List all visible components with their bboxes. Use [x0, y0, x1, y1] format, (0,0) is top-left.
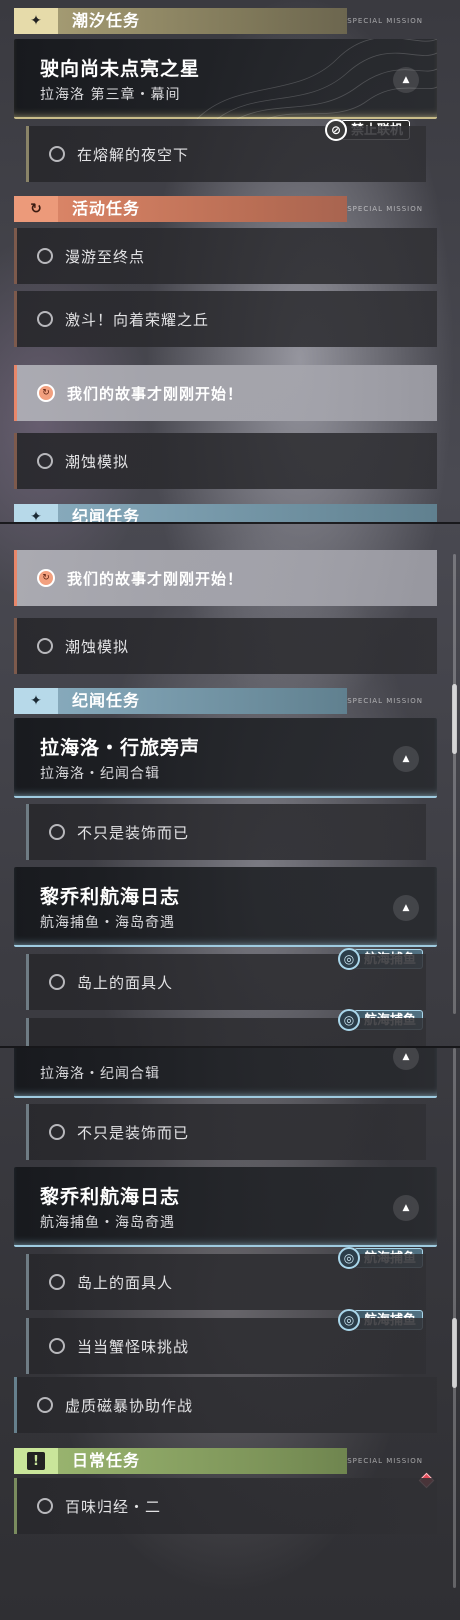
- quest-item-tracked[interactable]: ↻ 我们的故事才刚刚开始！: [14, 550, 437, 606]
- quest-list-view-3: 拉海洛・纪闻合辑 ▲ 不只是装饰而已 黎乔利航海日志 航海捕鱼・海岛奇遇 ▲ ◎…: [0, 1048, 460, 1620]
- quest-item-label: 虚质磁暴协助作战: [65, 1396, 194, 1415]
- sparkle-icon: ✦: [14, 688, 58, 714]
- quest-list-view-2: ↻ 我们的故事才刚刚开始！ 潮蚀模拟 ✦ 纪闻任务 SPECIAL MISSIO…: [0, 524, 460, 1046]
- quest-group-card[interactable]: 黎乔利航海日志 航海捕鱼・海岛奇遇 ▲: [14, 867, 437, 947]
- circle-icon: [37, 1498, 53, 1514]
- refresh-arrow-icon: ↻: [37, 569, 55, 587]
- quest-item-tracked[interactable]: ↻ 我们的故事才刚刚开始！: [14, 365, 437, 421]
- quest-item[interactable]: 潮蚀模拟: [14, 618, 437, 674]
- circle-icon: [49, 824, 65, 840]
- circle-icon: [49, 1338, 65, 1354]
- circle-icon: [37, 1397, 53, 1413]
- quest-item[interactable]: 岛上的面具人: [26, 954, 426, 1010]
- category-header-event[interactable]: ↻ 活动任务 SPECIAL MISSION: [14, 196, 437, 222]
- quest-item-label: 不只是装饰而已: [77, 823, 190, 842]
- circle-icon: [37, 453, 53, 469]
- quest-item[interactable]: 百味归经・二: [14, 1478, 437, 1534]
- scrollbar-track[interactable]: [453, 554, 456, 1014]
- quest-item-label: 潮蚀模拟: [65, 637, 130, 656]
- quest-item-label: 漫游至终点: [65, 247, 146, 266]
- category-title: 日常任务: [58, 1448, 348, 1474]
- fishing-icon: ◎: [338, 1309, 360, 1331]
- circle-icon: [37, 638, 53, 654]
- quest-item-label: 潮蚀模拟: [65, 452, 130, 471]
- circle-icon: [37, 248, 53, 264]
- quest-item-label: 当当蟹怪味挑战: [77, 1337, 190, 1356]
- quest-group-subtitle: 航海捕鱼・海岛奇遇: [40, 1215, 175, 1231]
- quest-item-label: 在熔解的夜空下: [77, 145, 190, 164]
- category-header-daily[interactable]: ! 日常任务 SPECIAL MISSION: [14, 1448, 437, 1474]
- fishing-icon: ◎: [338, 1009, 360, 1031]
- exclamation-badge: !: [14, 1448, 58, 1474]
- header-deco-text: SPECIAL MISSION: [347, 697, 423, 705]
- triangle-up-icon[interactable]: ▲: [393, 67, 419, 93]
- triangle-up-icon[interactable]: ▲: [393, 895, 419, 921]
- quest-group-card[interactable]: 拉海洛・行旅旁声 拉海洛・纪闻合辑 ▲: [14, 718, 437, 798]
- triangle-up-icon[interactable]: ▲: [393, 1195, 419, 1221]
- quest-item[interactable]: 漫游至终点: [14, 228, 437, 284]
- quest-item-label: 岛上的面具人: [77, 1273, 174, 1292]
- quest-item-label: 岛上的面具人: [77, 973, 174, 992]
- quest-group-card[interactable]: 黎乔利航海日志 航海捕鱼・海岛奇遇 ▲: [14, 1167, 437, 1247]
- refresh-arrow-icon: ↻: [14, 196, 58, 222]
- quest-item[interactable]: 岛上的面具人: [26, 1254, 426, 1310]
- quest-group-name: 黎乔利航海日志: [40, 886, 181, 908]
- circle-icon: [37, 311, 53, 327]
- quest-item[interactable]: 潮蚀模拟: [14, 433, 437, 489]
- quest-group-name: 驶向尚未点亮之星: [40, 58, 201, 80]
- category-header-story[interactable]: ✦ 纪闻任务: [14, 504, 437, 522]
- category-header-story[interactable]: ✦ 纪闻任务 SPECIAL MISSION: [14, 688, 437, 714]
- sparkle-icon: ✦: [14, 504, 58, 522]
- no-coop-icon: ⊘: [325, 119, 347, 141]
- quest-group-name: 黎乔利航海日志: [40, 1186, 181, 1208]
- quest-group-subtitle: 拉海洛 第三章・幕间: [40, 87, 181, 103]
- category-title: 纪闻任务: [58, 504, 437, 522]
- category-title: 纪闻任务: [58, 688, 348, 714]
- quest-group-subtitle: 拉海洛・纪闻合辑: [40, 766, 160, 782]
- quest-list-view-1: ✦ 潮汐任务 SPECIAL MISSION 驶向尚未点亮之星 拉海洛 第三章・…: [0, 0, 460, 522]
- quest-group-subtitle: 航海捕鱼・海岛奇遇: [40, 915, 175, 931]
- quest-item-label: 不只是装饰而已: [77, 1123, 190, 1142]
- exclamation-icon: !: [27, 1452, 45, 1470]
- triangle-up-icon[interactable]: ▲: [393, 1048, 419, 1070]
- scrollbar-thumb[interactable]: [452, 1318, 457, 1388]
- quest-item[interactable]: 激斗！向着荣耀之丘: [14, 291, 437, 347]
- quest-item-label: 百味归经・二: [65, 1497, 162, 1516]
- quest-item[interactable]: 不只是装饰而已: [26, 804, 426, 860]
- fishing-icon: ◎: [338, 948, 360, 970]
- quest-item-partial[interactable]: [26, 1018, 426, 1046]
- header-deco-text: SPECIAL MISSION: [347, 205, 423, 213]
- category-title: 潮汐任务: [58, 8, 348, 34]
- quest-group-card[interactable]: 拉海洛・纪闻合辑 ▲: [14, 1048, 437, 1098]
- category-title: 活动任务: [58, 196, 348, 222]
- circle-icon: [49, 1274, 65, 1290]
- quest-item-label: 我们的故事才刚刚开始！: [67, 384, 244, 403]
- quest-group-name: 拉海洛・行旅旁声: [40, 737, 201, 759]
- category-header-tide[interactable]: ✦ 潮汐任务 SPECIAL MISSION: [14, 8, 437, 34]
- triangle-up-icon[interactable]: ▲: [393, 746, 419, 772]
- refresh-arrow-icon: ↻: [37, 384, 55, 402]
- quest-item[interactable]: 在熔解的夜空下: [26, 126, 426, 182]
- quest-item-label: 激斗！向着荣耀之丘: [65, 310, 210, 329]
- header-deco-text: SPECIAL MISSION: [347, 1457, 423, 1465]
- fishing-icon: ◎: [338, 1247, 360, 1269]
- quest-group-subtitle: 拉海洛・纪闻合辑: [40, 1066, 160, 1082]
- scrollbar-thumb[interactable]: [452, 684, 457, 754]
- circle-icon: [49, 146, 65, 162]
- sparkle-icon: ✦: [14, 8, 58, 34]
- quest-item-label: 我们的故事才刚刚开始！: [67, 569, 244, 588]
- circle-icon: [49, 974, 65, 990]
- circle-icon: [49, 1124, 65, 1140]
- quest-item[interactable]: 虚质磁暴协助作战: [14, 1377, 437, 1433]
- quest-item[interactable]: 当当蟹怪味挑战: [26, 1318, 426, 1374]
- header-deco-text: SPECIAL MISSION: [347, 17, 423, 25]
- quest-group-card[interactable]: 驶向尚未点亮之星 拉海洛 第三章・幕间 ▲: [14, 39, 437, 119]
- quest-item[interactable]: 不只是装饰而已: [26, 1104, 426, 1160]
